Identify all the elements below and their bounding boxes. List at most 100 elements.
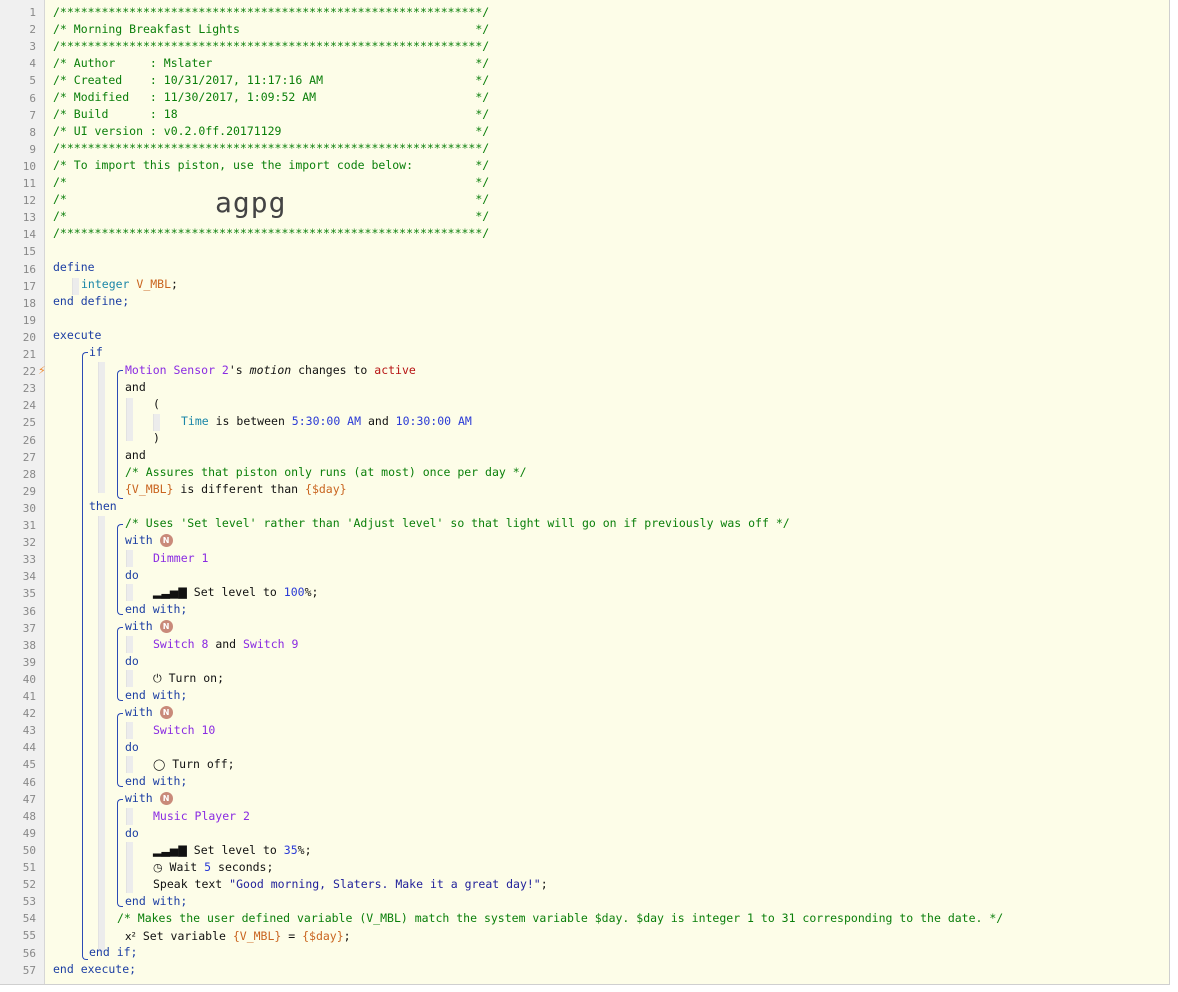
code-line: /***************************************… — [53, 39, 490, 53]
code-line[interactable]: execute — [53, 327, 101, 344]
line-number: 4 — [29, 57, 36, 71]
code-line[interactable]: ◷ Wait 5 seconds; — [153, 859, 273, 876]
code-line[interactable]: with N — [125, 618, 173, 635]
indent-guide — [126, 756, 133, 773]
time-keyword: Time — [181, 414, 209, 428]
code-line[interactable]: Time is between 5:30:00 AM and 10:30:00 … — [181, 413, 472, 430]
code-line[interactable]: end with; — [125, 601, 187, 618]
code-line[interactable]: do — [125, 653, 139, 670]
code-line[interactable]: end with; — [125, 687, 187, 704]
code-line[interactable]: and — [125, 379, 146, 396]
code-line[interactable]: end if; — [89, 944, 137, 961]
line-number: 14 — [22, 228, 36, 242]
code-line[interactable]: do — [125, 825, 139, 842]
line-number: 2 — [29, 23, 36, 37]
line-number: 7 — [29, 108, 36, 122]
device-name: Motion Sensor 2 — [125, 363, 229, 377]
code-line[interactable]: with N — [125, 790, 173, 807]
line-number: 20 — [22, 330, 36, 344]
indent-guide — [126, 808, 133, 825]
line-number: 3 — [29, 40, 36, 54]
code-editor: 1 2 3 4 5 6 7 8 9 10 11 12 13 14 15 16 17 18 19 20 21 22 23 24 2… — [0, 0, 1170, 985]
code-line[interactable]: then — [89, 498, 117, 515]
code-line[interactable]: end execute; — [53, 961, 136, 978]
line-number: 5 — [29, 74, 36, 88]
conditions-bracket — [117, 370, 123, 499]
code-line[interactable]: /* Uses 'Set level' rather than 'Adjust … — [125, 515, 790, 532]
code-line[interactable]: ( — [153, 396, 160, 413]
code-line[interactable]: Dimmer 1 — [153, 550, 208, 567]
code-line[interactable]: Speak text "Good morning, Slaters. Make … — [153, 876, 548, 893]
code-line: /* Build : 18 */ — [53, 107, 490, 121]
code-line[interactable]: define — [53, 259, 95, 276]
indent-guide — [126, 550, 133, 567]
line-number: 31 — [22, 519, 36, 532]
indent-guide — [153, 414, 160, 431]
line-number: 42 — [22, 707, 36, 721]
code-line[interactable]: ⏻ Turn on; — [153, 670, 224, 687]
code-line[interactable]: integer V_MBL; — [81, 276, 178, 293]
line-number: 36 — [22, 604, 36, 618]
code-line[interactable]: with N — [125, 532, 173, 549]
line-number: 35 — [22, 587, 36, 601]
with-keyword: with — [125, 791, 153, 805]
variable-name: V_MBL — [136, 277, 172, 291]
code-line[interactable]: Switch 8 and Switch 9 — [153, 636, 298, 653]
code-line[interactable]: /* Makes the user defined variable (V_MB… — [117, 910, 1003, 927]
variable-ref: {$day} — [305, 482, 347, 496]
code-text: and — [208, 637, 244, 651]
line-number: 27 — [22, 450, 36, 464]
indent-guide — [126, 584, 133, 601]
code-line: /* To import this piston, use the import… — [53, 158, 490, 172]
code-text: Turn on; — [161, 671, 225, 685]
line-number: 32 — [22, 536, 36, 550]
line-number: 44 — [22, 741, 36, 755]
indent-guide — [98, 362, 105, 493]
line-number: 8 — [29, 125, 36, 139]
code-line[interactable]: {V_MBL} is different than {$day} — [125, 481, 347, 498]
line-number: 39 — [22, 655, 36, 669]
code-line[interactable]: end with; — [125, 773, 187, 790]
code-line[interactable]: Motion Sensor 2's motion changes to acti… — [125, 362, 416, 379]
line-number: 22 — [22, 365, 36, 379]
code-line[interactable]: end with; — [125, 893, 187, 910]
notification-badge-icon: N — [159, 620, 173, 633]
code-line[interactable]: end define; — [53, 293, 129, 310]
power-off-icon: ◯ — [153, 758, 166, 771]
code-line[interactable]: do — [125, 567, 139, 584]
indent-guide — [98, 516, 105, 952]
code-line[interactable]: ▂▃▅▇ Set level to 35%; — [153, 842, 312, 859]
line-number: 45 — [22, 758, 36, 772]
code-line: /* UI version : v0.2.0ff.20171129 */ — [53, 124, 490, 138]
code-line[interactable]: if — [89, 344, 103, 361]
variable-ref: {V_MBL} — [125, 482, 174, 496]
code-text: seconds; — [211, 860, 274, 874]
code-line[interactable]: Switch 10 — [153, 722, 215, 739]
code-line: /* */ — [53, 192, 490, 206]
device-name: Switch 9 — [243, 637, 299, 651]
code-line[interactable]: ◯ Turn off; — [153, 756, 235, 773]
line-number: 12 — [22, 194, 36, 208]
code-line[interactable]: and — [125, 447, 146, 464]
code-line[interactable]: with N — [125, 704, 173, 721]
variable-x2-icon: x² — [125, 930, 136, 943]
code-text: %; — [304, 585, 319, 599]
line-number: 19 — [22, 313, 36, 327]
code-line[interactable]: /* Assures that piston only runs (at mos… — [125, 464, 527, 481]
with-block-bracket — [117, 713, 123, 787]
code-line: /* Author : Mslater */ — [53, 56, 490, 70]
line-number: 25 — [22, 416, 36, 430]
code-line[interactable]: ▂▃▅▇ Set level to 100%; — [153, 584, 318, 601]
line-number: 41 — [22, 690, 36, 703]
notification-badge-icon: N — [159, 792, 173, 805]
code-line: /* Modified : 11/30/2017, 1:09:52 AM */ — [53, 90, 490, 104]
code-line[interactable]: x² Set variable {V_MBL} = {$day}; — [125, 928, 351, 945]
line-number: 46 — [22, 775, 36, 789]
code-text: Turn off; — [165, 757, 235, 771]
code-line[interactable]: do — [125, 739, 139, 756]
with-block-bracket — [117, 524, 123, 615]
code-text: Set variable — [135, 929, 233, 943]
code-line: /***************************************… — [53, 141, 490, 155]
code-line[interactable]: ) — [153, 430, 160, 447]
code-line[interactable]: Music Player 2 — [153, 808, 250, 825]
